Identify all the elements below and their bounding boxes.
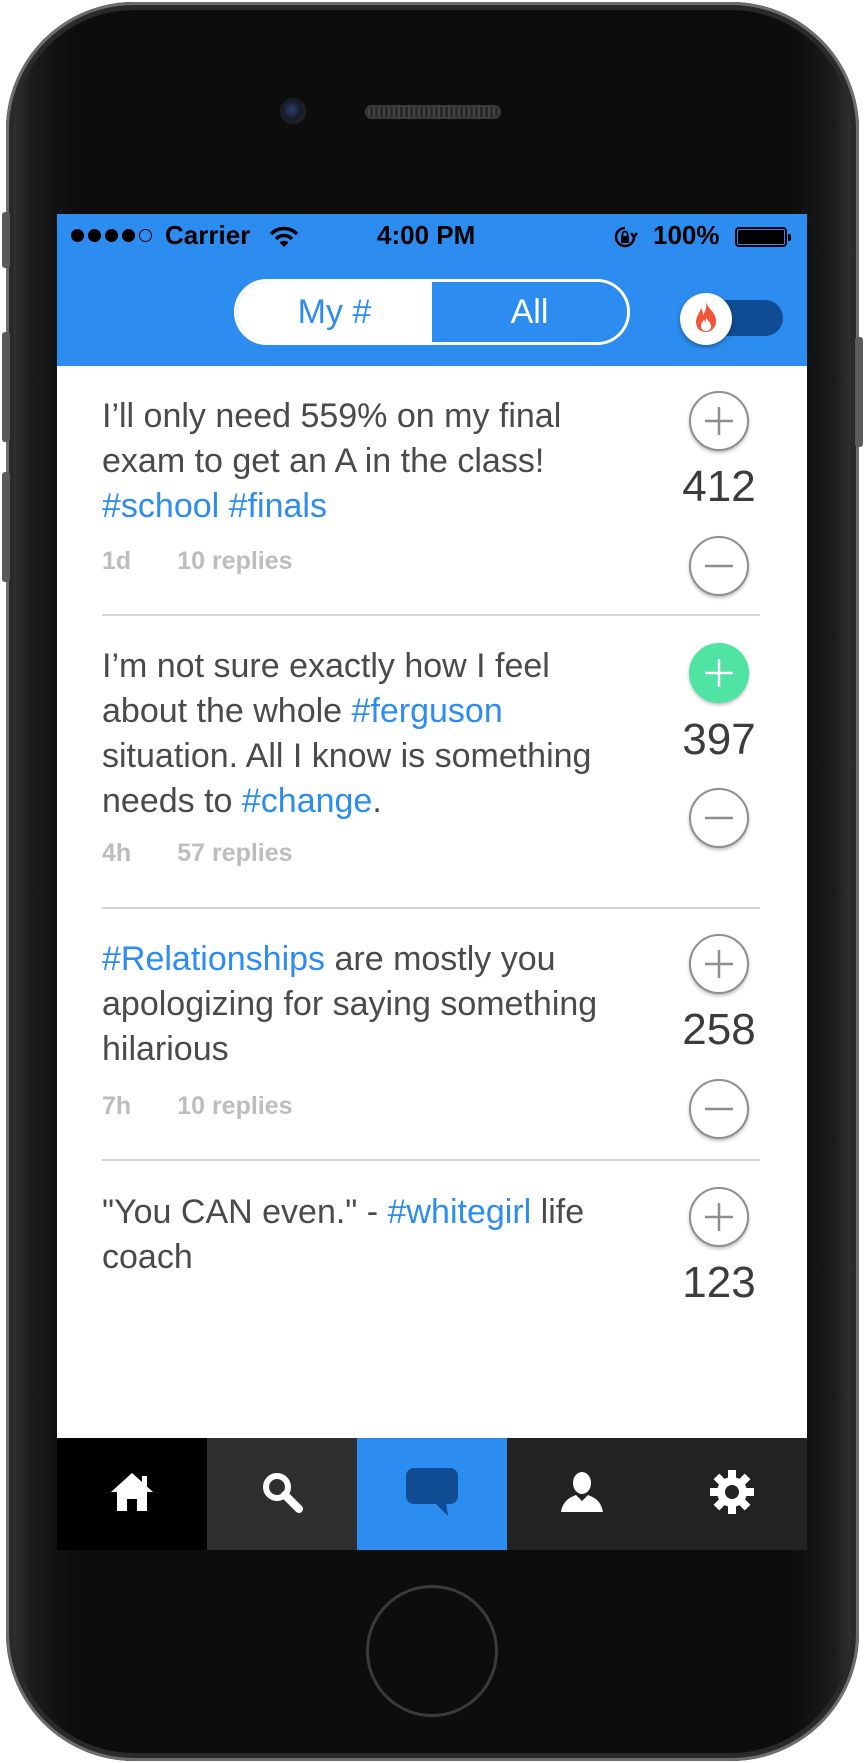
upvote-button[interactable] xyxy=(689,934,749,994)
nav-header: My # All xyxy=(57,256,807,366)
replies-count[interactable]: 10 replies xyxy=(177,547,292,575)
tab-profile[interactable] xyxy=(507,1438,657,1550)
vote-score: 412 xyxy=(682,462,756,511)
volume-up-button xyxy=(2,332,10,442)
mute-switch xyxy=(2,212,10,268)
tab-bar xyxy=(57,1438,807,1550)
post-text: "You CAN even." - #whitegirl life coach xyxy=(102,1190,622,1280)
minus-icon xyxy=(705,564,733,568)
post-meta: 7h 10 replies xyxy=(102,1092,293,1121)
post-text: #Relationships are mostly you apologizin… xyxy=(102,937,622,1072)
carrier-name: Carrier xyxy=(165,220,251,250)
plus-icon xyxy=(705,659,733,687)
front-camera xyxy=(280,98,306,124)
downvote-button[interactable] xyxy=(689,788,749,848)
search-icon xyxy=(260,1470,304,1519)
battery-icon xyxy=(735,227,787,247)
hashtag-link[interactable]: #Relationships xyxy=(102,940,325,978)
vote-score: 258 xyxy=(682,1005,756,1054)
post-text: I’m not sure exactly how I feel about th… xyxy=(102,644,622,824)
replies-count[interactable]: 10 replies xyxy=(177,1092,292,1120)
hashtag-link[interactable]: #whitegirl xyxy=(388,1193,532,1231)
post-card[interactable]: I’m not sure exactly how I feel about th… xyxy=(57,616,807,909)
downvote-button[interactable] xyxy=(689,536,749,596)
wifi-icon xyxy=(269,224,299,255)
post-card[interactable]: #Relationships are mostly you apologizin… xyxy=(57,909,807,1161)
segment-all[interactable]: All xyxy=(432,282,627,342)
post-text-segment: I’ll only need 559% on my final exam to … xyxy=(102,397,562,480)
post-text: I’ll only need 559% on my final exam to … xyxy=(102,394,622,529)
toggle-knob xyxy=(680,293,732,345)
home-icon xyxy=(108,1470,156,1519)
post-meta: 1d 10 replies xyxy=(102,547,293,576)
app-screen: Carrier 4:00 PM 100% My # All I’ll only … xyxy=(57,214,807,1550)
plus-icon xyxy=(705,1203,733,1231)
post-age: 4h xyxy=(102,839,132,867)
post-text-segment xyxy=(219,487,228,525)
upvote-button[interactable] xyxy=(689,1187,749,1247)
person-icon xyxy=(559,1470,605,1519)
minus-icon xyxy=(705,1107,733,1111)
signal-strength-icon xyxy=(71,229,152,242)
power-button xyxy=(855,337,863,447)
rotation-lock-icon xyxy=(612,224,638,255)
battery-tip xyxy=(788,234,791,241)
replies-count[interactable]: 57 replies xyxy=(177,839,292,867)
tab-search[interactable] xyxy=(207,1438,357,1550)
post-meta: 4h 57 replies xyxy=(102,839,293,868)
segment-my-hashtags[interactable]: My # xyxy=(237,282,432,342)
minus-icon xyxy=(705,816,733,820)
post-divider xyxy=(102,1159,760,1161)
home-button[interactable] xyxy=(366,1585,498,1717)
tab-feed[interactable] xyxy=(357,1438,507,1550)
volume-down-button xyxy=(2,472,10,582)
hashtag-link[interactable]: #change xyxy=(242,782,372,820)
earpiece-speaker xyxy=(365,105,501,119)
hashtag-link[interactable]: #finals xyxy=(229,487,327,525)
plus-icon xyxy=(705,950,733,978)
tab-home[interactable] xyxy=(57,1438,207,1550)
tab-settings[interactable] xyxy=(657,1438,807,1550)
post-age: 7h xyxy=(102,1092,132,1120)
hashtag-link[interactable]: #ferguson xyxy=(352,692,503,730)
downvote-button[interactable] xyxy=(689,1079,749,1139)
hot-filter-toggle[interactable] xyxy=(680,293,783,345)
post-age: 1d xyxy=(102,547,132,575)
vote-score: 123 xyxy=(682,1258,756,1307)
clock-time: 4:00 PM xyxy=(377,220,476,250)
status-bar: Carrier 4:00 PM 100% xyxy=(57,214,807,256)
chat-bubble-icon xyxy=(404,1466,460,1523)
plus-icon xyxy=(705,407,733,435)
post-card[interactable]: "You CAN even." - #whitegirl life coach 1… xyxy=(57,1162,807,1412)
upvote-button[interactable] xyxy=(689,391,749,451)
flame-icon xyxy=(691,300,721,339)
upvote-button[interactable] xyxy=(689,643,749,703)
post-card[interactable]: I’ll only need 559% on my final exam to … xyxy=(57,366,807,616)
hashtag-link[interactable]: #school xyxy=(102,487,219,525)
feed-filter-segmented-control: My # All xyxy=(234,279,630,345)
gear-icon xyxy=(709,1469,755,1520)
post-text-segment: . xyxy=(372,782,382,820)
vote-score: 397 xyxy=(682,715,756,764)
post-text-segment: "You CAN even." - xyxy=(102,1193,388,1231)
battery-percentage: 100% xyxy=(653,220,720,250)
